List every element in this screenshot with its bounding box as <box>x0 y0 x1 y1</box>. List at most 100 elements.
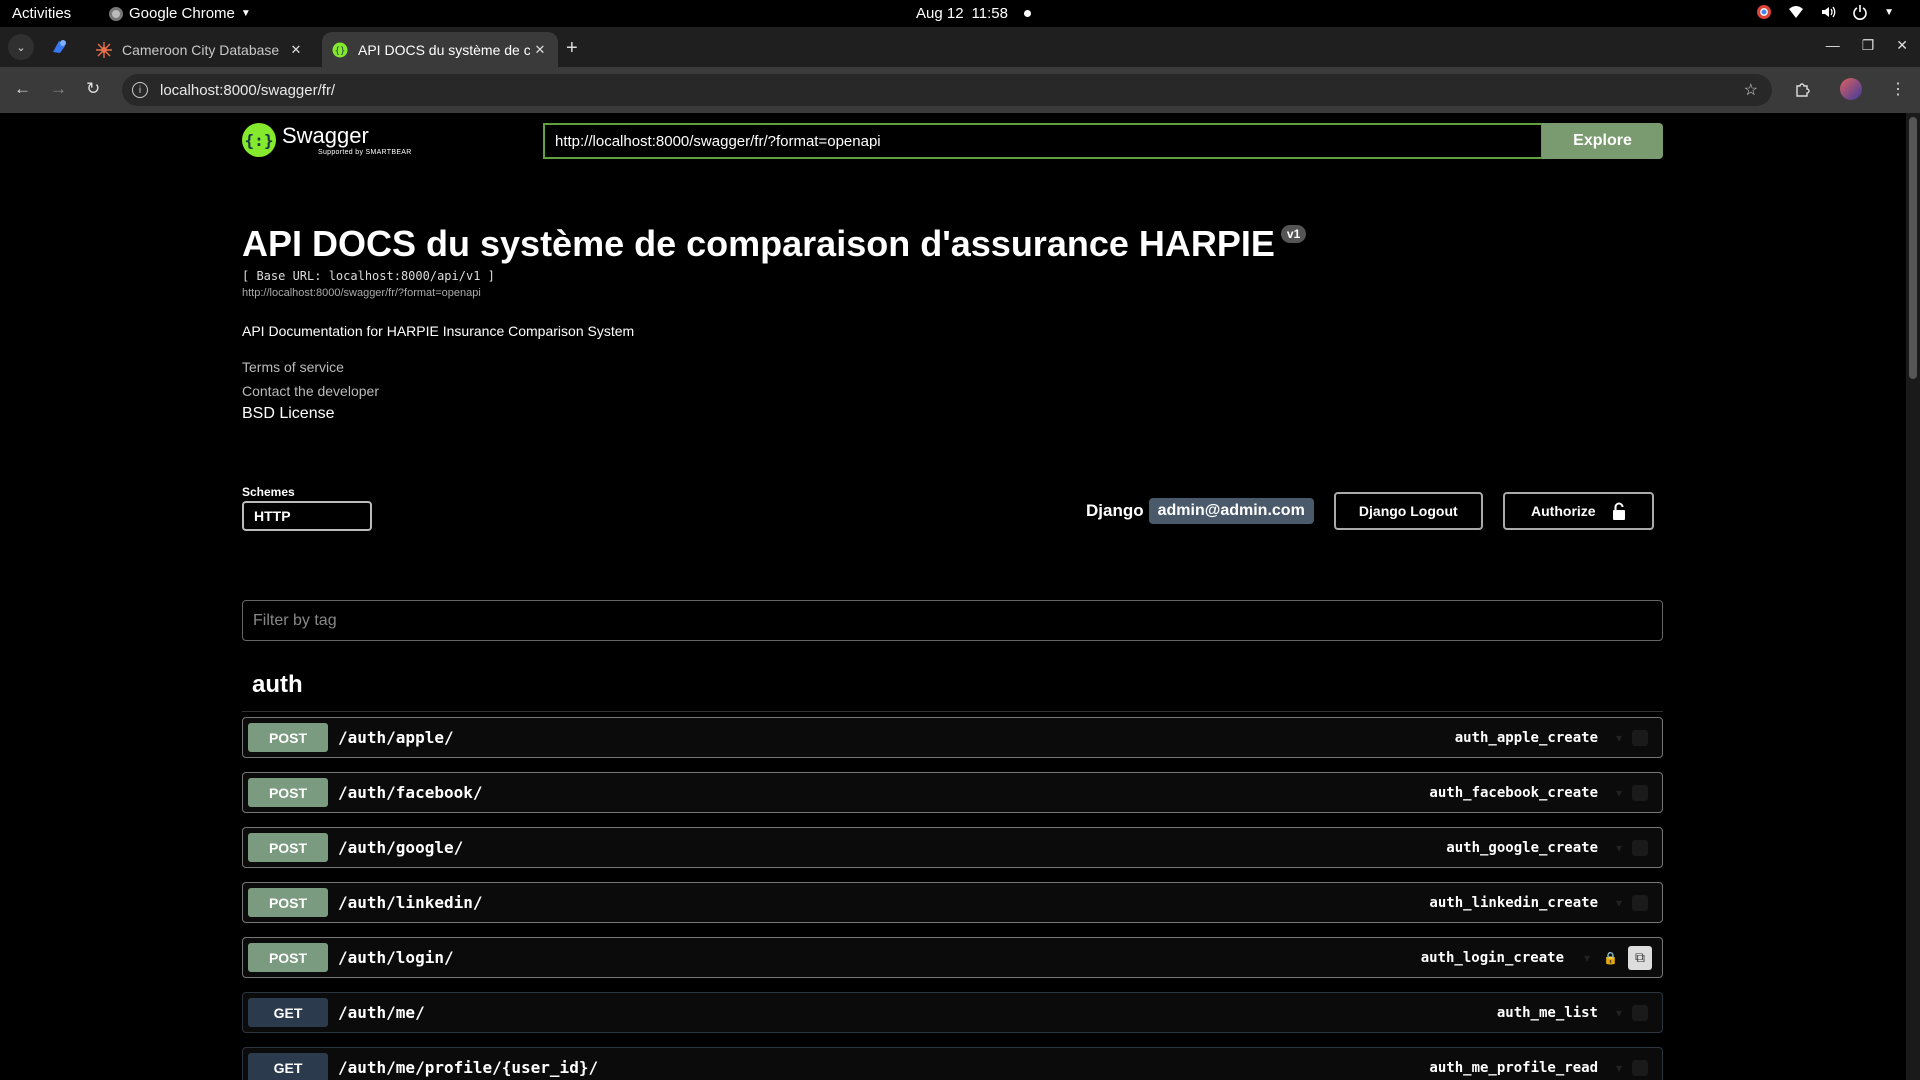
api-info: API DOCS du système de comparaison d'ass… <box>242 223 1307 423</box>
operations-list: POST /auth/apple/ auth_apple_create ▾ PO… <box>242 717 1663 1080</box>
browser-toolbar: ← → ↻ i localhost:8000/swagger/fr/ ☆ ⋮ <box>0 67 1920 113</box>
schemes-section: Schemes HTTP <box>242 485 372 531</box>
method-badge: GET <box>248 998 328 1027</box>
method-badge: POST <box>248 723 328 752</box>
chevron-down-icon[interactable]: ▾ <box>1616 841 1622 855</box>
spec-url-input[interactable]: http://localhost:8000/swagger/fr/?format… <box>543 123 1543 159</box>
copy-icon[interactable] <box>1632 1004 1648 1021</box>
sunburst-favicon-icon <box>96 41 112 58</box>
operation-row[interactable]: POST /auth/facebook/ auth_facebook_creat… <box>242 772 1663 813</box>
operation-path: /auth/me/profile/{user_id}/ <box>338 1058 599 1077</box>
chevron-down-icon[interactable]: ▾ <box>1584 951 1590 965</box>
chevron-down-icon[interactable]: ▾ <box>1616 1006 1622 1020</box>
operation-id: auth_apple_create <box>1454 729 1598 746</box>
spec-link[interactable]: http://localhost:8000/swagger/fr/?format… <box>242 287 1306 299</box>
notification-dot-icon <box>1023 10 1031 17</box>
operation-id: auth_login_create <box>1420 949 1564 966</box>
operation-row[interactable]: POST /auth/linkedin/ auth_linkedin_creat… <box>242 882 1663 923</box>
operation-path: /auth/login/ <box>338 948 454 967</box>
schemes-select[interactable]: HTTP <box>242 501 372 531</box>
authorize-label: Authorize <box>1531 503 1596 519</box>
chevron-down-icon[interactable]: ▾ <box>1616 896 1622 910</box>
copy-icon[interactable] <box>1632 729 1648 746</box>
tab-title: API DOCS du système de comparaison d'ass… <box>358 41 530 58</box>
swagger-logo-text: Swagger <box>282 122 369 148</box>
clock-date: Aug 12 <box>916 5 964 22</box>
method-badge: POST <box>248 833 328 862</box>
close-tab-icon[interactable]: ✕ <box>530 42 550 58</box>
version-badge: v1 <box>1280 225 1307 243</box>
system-tray[interactable]: ▼ <box>1756 4 1894 20</box>
operation-id: auth_me_list <box>1496 1004 1598 1021</box>
power-icon <box>1853 5 1867 20</box>
api-description: API Documentation for HARPIE Insurance C… <box>242 323 635 339</box>
profile-avatar[interactable] <box>1840 78 1862 100</box>
extensions-puzzle-icon[interactable] <box>1794 80 1812 98</box>
copy-icon[interactable] <box>1632 784 1648 801</box>
tab-search-button[interactable]: ⌄ <box>8 34 34 60</box>
operation-id: auth_linkedin_create <box>1429 894 1598 911</box>
address-url: localhost:8000/swagger/fr/ <box>160 81 336 99</box>
system-top-bar: Activities Google Chrome ▼ Aug 12 11:58 … <box>0 0 1920 27</box>
new-tab-icon[interactable]: + <box>566 37 578 60</box>
activities-button[interactable]: Activities <box>12 5 71 22</box>
close-window-icon[interactable]: ✕ <box>1896 37 1908 54</box>
terms-link[interactable]: Terms of service <box>242 359 1306 375</box>
chevron-down-icon[interactable]: ▾ <box>1616 786 1622 800</box>
chevron-down-icon[interactable]: ▾ <box>1616 1061 1622 1075</box>
filter-by-tag-input[interactable]: Filter by tag <box>242 600 1663 641</box>
scrollbar-thumb[interactable] <box>1909 117 1917 379</box>
operation-row[interactable]: POST /auth/google/ auth_google_create ▾ <box>242 827 1663 868</box>
operation-path: /auth/apple/ <box>338 728 454 747</box>
page-scrollbar[interactable] <box>1906 113 1920 1080</box>
operation-id: auth_facebook_create <box>1429 784 1598 801</box>
swagger-logo[interactable]: {:} Swagger Supported by SMARTBEAR <box>242 123 412 157</box>
minimize-icon[interactable]: — <box>1826 37 1840 54</box>
tab-cameroon-city-database[interactable]: Cameroon City Database ✕ <box>86 32 314 67</box>
back-icon[interactable]: ← <box>14 79 31 99</box>
auth-area: Django admin@admin.com Django Logout Aut… <box>1086 492 1654 530</box>
chrome-menu-icon[interactable]: ⋮ <box>1890 79 1906 99</box>
operation-path: /auth/me/ <box>338 1003 425 1022</box>
explore-button[interactable]: Explore <box>1542 123 1663 159</box>
forward-icon[interactable]: → <box>50 79 67 99</box>
bookmark-star-icon[interactable]: ☆ <box>1744 80 1758 100</box>
chrome-tray-icon <box>1757 5 1772 19</box>
copy-icon[interactable] <box>1632 1059 1648 1076</box>
swagger-logo-subtext: Supported by SMARTBEAR <box>318 148 412 156</box>
svg-text:{}: {} <box>335 46 346 56</box>
operation-row[interactable]: GET /auth/me/ auth_me_list ▾ <box>242 992 1663 1033</box>
method-badge: POST <box>248 943 328 972</box>
operation-id: auth_me_profile_read <box>1429 1059 1598 1076</box>
contact-link[interactable]: Contact the developer <box>242 383 1306 399</box>
operation-row[interactable]: POST /auth/login/ auth_login_create ▾ 🔒 … <box>242 937 1663 978</box>
copy-icon[interactable] <box>1632 894 1648 911</box>
operation-row[interactable]: GET /auth/me/profile/{user_id}/ auth_me_… <box>242 1047 1663 1080</box>
method-badge: POST <box>248 888 328 917</box>
tab-api-docs[interactable]: {} API DOCS du système de comparaison d'… <box>322 32 558 67</box>
operation-path: /auth/google/ <box>338 838 464 857</box>
copy-to-clipboard-icon[interactable]: ⧉ <box>1628 945 1652 970</box>
clock[interactable]: Aug 12 11:58 <box>916 5 1031 22</box>
operation-row[interactable]: POST /auth/apple/ auth_apple_create ▾ <box>242 717 1663 758</box>
tag-heading-auth[interactable]: auth <box>252 671 303 699</box>
copy-icon[interactable] <box>1632 839 1648 856</box>
close-tab-icon[interactable]: ✕ <box>286 42 306 58</box>
volume-icon <box>1822 6 1836 18</box>
django-logout-button[interactable]: Django Logout <box>1333 492 1483 530</box>
django-label: Django <box>1086 501 1144 520</box>
address-bar[interactable]: i localhost:8000/swagger/fr/ ☆ <box>122 74 1772 106</box>
extension-tab-icon[interactable] <box>50 38 68 56</box>
chrome-app-icon <box>109 6 123 21</box>
method-badge: GET <box>248 1053 328 1080</box>
authorize-button[interactable]: Authorize <box>1502 492 1654 530</box>
site-info-icon[interactable]: i <box>132 82 148 98</box>
license-link[interactable]: BSD License <box>242 405 1306 423</box>
lock-icon[interactable]: 🔒 <box>1603 951 1618 965</box>
reload-icon[interactable]: ↻ <box>86 79 100 99</box>
base-url: [ Base URL: localhost:8000/api/v1 ] <box>242 269 495 283</box>
tab-title: Cameroon City Database <box>122 41 280 58</box>
chevron-down-icon[interactable]: ▾ <box>1616 731 1622 745</box>
app-menu[interactable]: Google Chrome ▼ <box>109 5 251 22</box>
restore-icon[interactable]: ❐ <box>1862 37 1875 54</box>
